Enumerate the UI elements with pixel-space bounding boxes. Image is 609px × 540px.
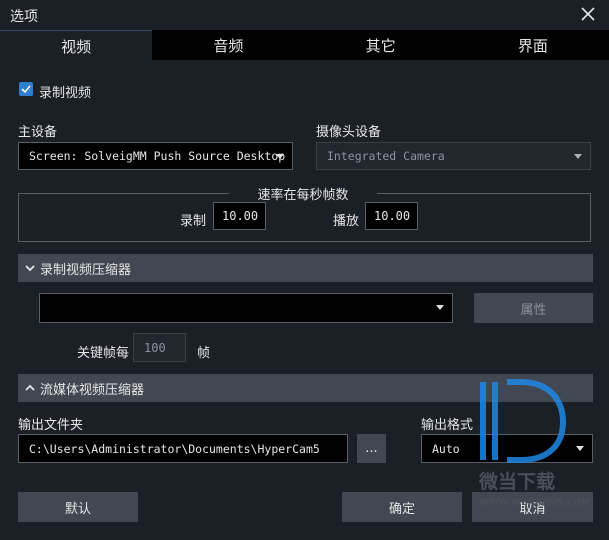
cancel-button[interactable]: 取消 (472, 492, 593, 522)
main-device-select[interactable]: Screen: SolveigMM Push Source Desktop Fi (18, 142, 293, 170)
tab-audio[interactable]: 音频 (152, 30, 304, 60)
ok-button[interactable]: 确定 (342, 492, 462, 522)
playback-rate-label: 播放 (333, 214, 360, 229)
codec-select[interactable] (39, 293, 453, 323)
record-compressor-header[interactable]: 录制视频压缩器 (18, 254, 593, 282)
stream-compressor-title: 流媒体视频压缩器 (40, 382, 145, 398)
default-button[interactable]: 默认 (18, 492, 138, 522)
checkmark-icon (21, 85, 31, 94)
camera-device-label: 摄像头设备 (316, 125, 382, 140)
tab-other[interactable]: 其它 (305, 30, 457, 60)
output-format-value: Auto (432, 441, 460, 456)
chevron-down-icon (574, 154, 582, 159)
frame-rate-legend: 速率在每秒帧数 (229, 184, 377, 203)
record-video-checkbox[interactable] (19, 82, 33, 96)
output-folder-label: 输出文件夹 (18, 418, 84, 433)
tab-bar: 视频 音频 其它 界面 (0, 30, 609, 61)
output-format-select[interactable]: Auto (421, 434, 593, 463)
keyframe-unit: 帧 (197, 346, 211, 361)
main-device-label: 主设备 (18, 125, 58, 140)
close-icon[interactable] (576, 2, 600, 26)
chevron-down-icon (276, 154, 284, 159)
title-bar (0, 0, 609, 30)
tab-video[interactable]: 视频 (0, 30, 153, 61)
record-video-label: 录制视频 (39, 86, 92, 101)
camera-device-select: Integrated Camera (316, 142, 591, 170)
chevron-up-icon (25, 384, 35, 391)
chevron-down-icon (576, 446, 584, 451)
record-rate-label: 录制 (180, 214, 207, 229)
output-format-label: 输出格式 (421, 418, 474, 433)
camera-device-value: Integrated Camera (327, 149, 445, 163)
tab-interface[interactable]: 界面 (457, 30, 609, 60)
chevron-down-icon (436, 305, 444, 310)
properties-button[interactable]: 属性 (474, 293, 593, 323)
main-device-value: Screen: SolveigMM Push Source Desktop Fi (29, 149, 293, 163)
keyframe-input[interactable]: 100 (133, 333, 186, 362)
keyframe-label: 关键帧每 (77, 346, 130, 361)
output-folder-input[interactable]: C:\Users\Administrator\Documents\HyperCa… (18, 434, 348, 463)
output-folder-value: C:\Users\Administrator\Documents\HyperCa… (29, 441, 320, 456)
watermark-brand: 微当下载 (478, 470, 555, 493)
stream-compressor-header[interactable]: 流媒体视频压缩器 (18, 374, 593, 402)
record-rate-input[interactable]: 10.00 (213, 202, 266, 230)
browse-button[interactable]: ... (357, 434, 386, 463)
playback-rate-input[interactable]: 10.00 (365, 202, 418, 230)
chevron-down-icon (25, 265, 35, 272)
window-title: 选项 (10, 9, 38, 25)
record-compressor-title: 录制视频压缩器 (40, 262, 132, 278)
